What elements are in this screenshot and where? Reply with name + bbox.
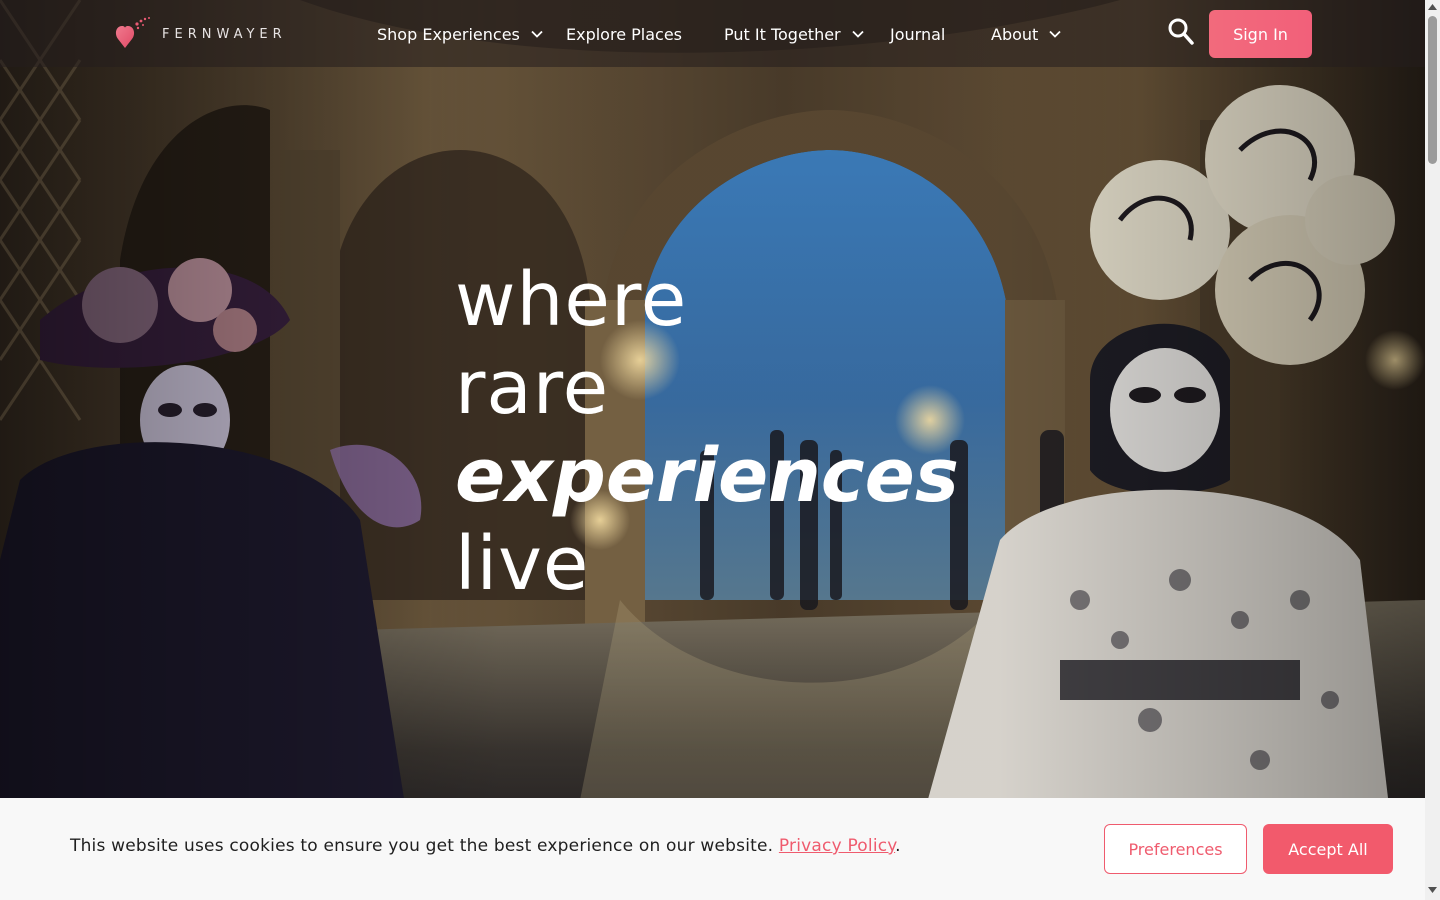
chevron-down-icon xyxy=(851,30,864,38)
scrollbar-thumb[interactable] xyxy=(1428,16,1437,164)
search-icon xyxy=(1168,18,1194,45)
cookie-consent-banner: This website uses cookies to ensure you … xyxy=(0,798,1425,900)
top-navigation: FERNWAYER Shop Experiences Explore Place… xyxy=(0,0,1425,67)
chevron-down-icon xyxy=(1049,30,1061,38)
brand-logo-link[interactable]: FERNWAYER xyxy=(112,14,287,54)
cookie-accept-all-button[interactable]: Accept All xyxy=(1263,824,1393,874)
headline-line-2: rare xyxy=(455,345,610,431)
headline-line-3: experiences xyxy=(455,433,959,519)
search-button[interactable] xyxy=(1167,17,1195,47)
nav-shop-experiences[interactable]: Shop Experiences xyxy=(377,22,544,46)
sign-in-button[interactable]: Sign In xyxy=(1209,10,1312,58)
heart-balloon-icon xyxy=(115,17,150,48)
brand-name: FERNWAYER xyxy=(162,26,287,42)
scroll-up-arrow-icon[interactable] xyxy=(1428,4,1437,10)
privacy-policy-link[interactable]: Privacy Policy xyxy=(779,836,895,856)
cookie-preferences-button[interactable]: Preferences xyxy=(1104,824,1247,874)
nav-shop-experiences-label: Shop Experiences xyxy=(377,24,520,44)
chevron-down-icon xyxy=(531,30,543,38)
nav-explore-places-label: Explore Places xyxy=(566,24,682,44)
nav-journal-label: Journal xyxy=(890,24,946,44)
cookie-message-suffix: . xyxy=(895,836,901,856)
cookie-message: This website uses cookies to ensure you … xyxy=(70,836,901,856)
hero-section: where rare experiences live xyxy=(0,0,1425,900)
nav-put-it-together-label: Put It Together xyxy=(724,24,841,44)
cookie-message-text: This website uses cookies to ensure you … xyxy=(70,836,774,856)
nav-journal[interactable]: Journal xyxy=(890,22,945,46)
hero-headline: where rare experiences live xyxy=(455,256,959,608)
nav-explore-places[interactable]: Explore Places xyxy=(566,22,682,46)
page-scrollbar[interactable] xyxy=(1425,0,1440,900)
nav-about-label: About xyxy=(991,24,1039,44)
headline-line-4: live xyxy=(455,521,590,607)
scroll-down-arrow-icon[interactable] xyxy=(1428,887,1437,893)
nav-about[interactable]: About xyxy=(991,22,1062,46)
headline-line-1: where xyxy=(455,257,688,343)
nav-put-it-together[interactable]: Put It Together xyxy=(724,22,865,46)
